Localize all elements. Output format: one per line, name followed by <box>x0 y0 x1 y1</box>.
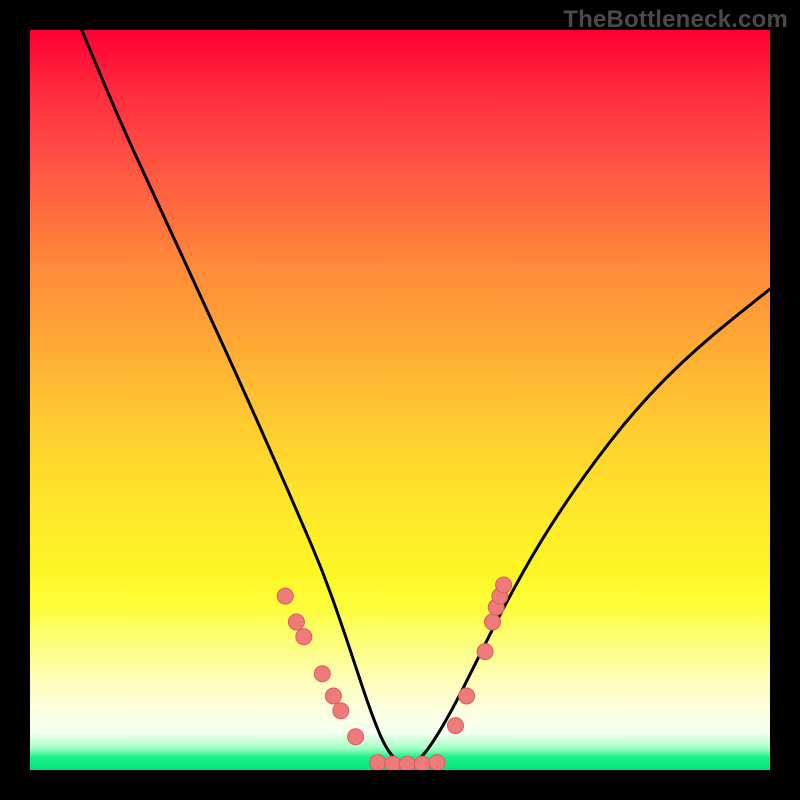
chart-marker <box>414 756 430 770</box>
chart-marker <box>496 577 512 593</box>
chart-marker <box>385 756 401 770</box>
chart-svg <box>30 30 770 770</box>
chart-marker <box>314 666 330 682</box>
chart-marker <box>325 688 341 704</box>
chart-marker <box>288 614 304 630</box>
chart-marker <box>399 756 415 770</box>
chart-marker <box>348 729 364 745</box>
chart-marker <box>370 755 386 770</box>
chart-frame: TheBottleneck.com <box>0 0 800 800</box>
watermark-label: TheBottleneck.com <box>563 6 788 34</box>
chart-plot-area <box>30 30 770 770</box>
chart-markers <box>277 577 511 770</box>
chart-marker <box>448 718 464 734</box>
chart-marker <box>477 644 493 660</box>
chart-marker <box>485 614 501 630</box>
chart-marker <box>429 755 445 770</box>
chart-marker <box>459 688 475 704</box>
chart-marker <box>277 588 293 604</box>
bottleneck-curve <box>82 30 770 764</box>
chart-marker <box>296 629 312 645</box>
chart-marker <box>333 703 349 719</box>
